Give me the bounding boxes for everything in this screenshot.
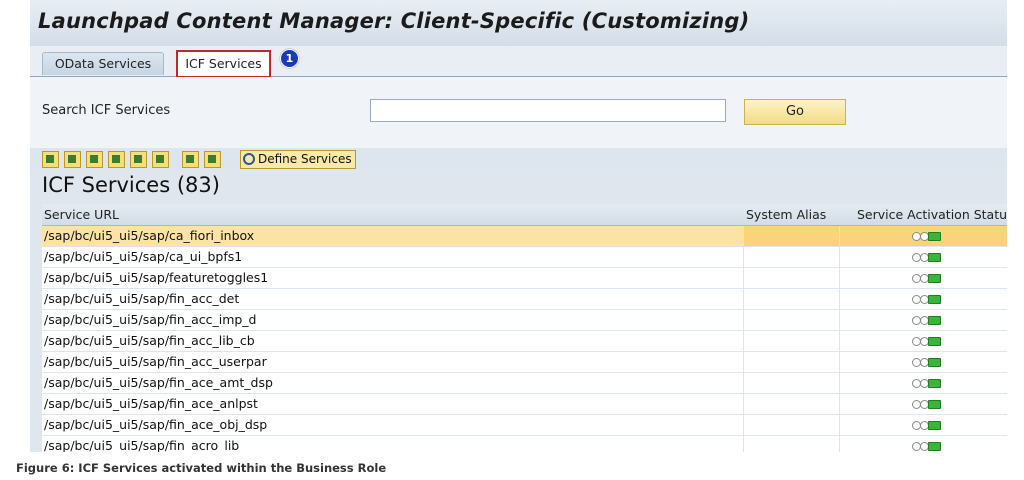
table-header: Service URL System Alias Service Activat… xyxy=(42,204,1007,226)
find-next-icon[interactable] xyxy=(130,151,147,168)
status-traffic-light-icon xyxy=(912,442,942,451)
service-url-cell[interactable]: /sap/bc/ui5_ui5/sap/fin_ace_anlpst xyxy=(44,396,258,411)
activation-status-cell xyxy=(839,352,1007,372)
table-title: ICF Services (83) xyxy=(42,173,220,197)
table-row[interactable]: /sap/bc/ui5_ui5/sap/fin_acc_lib_cb xyxy=(42,331,1007,352)
tab-strip: OData Services ICF Services 1 xyxy=(30,46,1007,78)
status-traffic-light-icon xyxy=(912,316,942,325)
system-alias-cell[interactable] xyxy=(743,331,839,351)
sap-window: Launchpad Content Manager: Client-Specif… xyxy=(30,0,1007,452)
activation-status-cell xyxy=(839,310,1007,330)
tab-icf-services[interactable]: ICF Services xyxy=(176,50,271,78)
status-traffic-light-icon xyxy=(912,253,942,262)
callout-badge: 1 xyxy=(280,49,299,68)
system-alias-cell[interactable] xyxy=(743,289,839,309)
status-traffic-light-icon xyxy=(912,400,942,409)
align-icon[interactable] xyxy=(86,151,103,168)
table-row[interactable]: /sap/bc/ui5_ui5/sap/fin_acro_lib xyxy=(42,436,1007,452)
details-icon[interactable] xyxy=(42,151,59,168)
system-alias-cell[interactable] xyxy=(743,373,839,393)
go-button[interactable]: Go xyxy=(744,99,846,125)
table-row[interactable]: /sap/bc/ui5_ui5/sap/fin_ace_amt_dsp xyxy=(42,373,1007,394)
define-services-button[interactable]: Define Services xyxy=(240,150,356,169)
service-url-cell[interactable]: /sap/bc/ui5_ui5/sap/fin_acc_det xyxy=(44,291,239,306)
column-header-service-url[interactable]: Service URL xyxy=(44,207,119,222)
activation-status-cell xyxy=(839,436,1007,452)
status-traffic-light-icon xyxy=(912,295,942,304)
status-traffic-light-icon xyxy=(912,274,942,283)
table-row[interactable]: /sap/bc/ui5_ui5/sap/fin_ace_anlpst xyxy=(42,394,1007,415)
activation-status-cell xyxy=(839,373,1007,393)
status-traffic-light-icon xyxy=(912,421,942,430)
column-header-activation-status[interactable]: Service Activation Status xyxy=(857,207,1007,222)
service-url-cell[interactable]: /sap/bc/ui5_ui5/sap/fin_acro_lib xyxy=(44,438,239,452)
system-alias-cell[interactable] xyxy=(743,226,839,246)
tab-odata-services[interactable]: OData Services xyxy=(42,52,164,75)
activation-status-cell xyxy=(839,289,1007,309)
search-label: Search ICF Services xyxy=(42,103,171,118)
title-bar: Launchpad Content Manager: Client-Specif… xyxy=(30,0,1007,47)
system-alias-cell[interactable] xyxy=(743,394,839,414)
activation-status-cell xyxy=(839,247,1007,267)
table-row[interactable]: /sap/bc/ui5_ui5/sap/fin_acc_det xyxy=(42,289,1007,310)
refresh-icon xyxy=(243,153,255,165)
status-traffic-light-icon xyxy=(912,232,942,241)
export-icon[interactable] xyxy=(182,151,199,168)
service-url-cell[interactable]: /sap/bc/ui5_ui5/sap/fin_acc_imp_d xyxy=(44,312,257,327)
system-alias-cell[interactable] xyxy=(743,268,839,288)
table-row[interactable]: /sap/bc/ui5_ui5/sap/ca_ui_bpfs1 xyxy=(42,247,1007,268)
table-row[interactable]: /sap/bc/ui5_ui5/sap/fin_acc_imp_d xyxy=(42,310,1007,331)
table-row[interactable]: /sap/bc/ui5_ui5/sap/ca_fiori_inbox xyxy=(42,226,1007,247)
service-url-cell[interactable]: /sap/bc/ui5_ui5/sap/featuretoggles1 xyxy=(44,270,268,285)
system-alias-cell[interactable] xyxy=(743,436,839,452)
define-services-label: Define Services xyxy=(258,152,352,166)
service-url-cell[interactable]: /sap/bc/ui5_ui5/sap/fin_ace_obj_dsp xyxy=(44,417,267,432)
figure-caption: Figure 6: ICF Services activated within … xyxy=(16,461,387,475)
filter-icon[interactable] xyxy=(152,151,169,168)
search-input[interactable] xyxy=(370,99,726,122)
table-toolbar: Define Services xyxy=(30,148,1007,170)
service-url-cell[interactable]: /sap/bc/ui5_ui5/sap/ca_fiori_inbox xyxy=(44,228,254,243)
table-body: /sap/bc/ui5_ui5/sap/ca_fiori_inbox/sap/b… xyxy=(42,226,1007,452)
status-traffic-light-icon xyxy=(912,337,942,346)
search-panel: Search ICF Services Go xyxy=(30,77,1007,148)
service-url-cell[interactable]: /sap/bc/ui5_ui5/sap/fin_acc_userpar xyxy=(44,354,267,369)
service-url-cell[interactable]: /sap/bc/ui5_ui5/sap/fin_acc_lib_cb xyxy=(44,333,255,348)
table-row[interactable]: /sap/bc/ui5_ui5/sap/featuretoggles1 xyxy=(42,268,1007,289)
page-title: Launchpad Content Manager: Client-Specif… xyxy=(38,9,750,33)
activation-status-cell xyxy=(839,394,1007,414)
system-alias-cell[interactable] xyxy=(743,310,839,330)
column-header-system-alias[interactable]: System Alias xyxy=(746,207,826,222)
system-alias-cell[interactable] xyxy=(743,352,839,372)
system-alias-cell[interactable] xyxy=(743,415,839,435)
activation-status-cell xyxy=(839,226,1007,246)
upload-icon[interactable] xyxy=(64,151,81,168)
status-traffic-light-icon xyxy=(912,358,942,367)
system-alias-cell[interactable] xyxy=(743,247,839,267)
icf-services-table: Service URL System Alias Service Activat… xyxy=(42,204,1007,452)
status-traffic-light-icon xyxy=(912,379,942,388)
find-icon[interactable] xyxy=(108,151,125,168)
table-row[interactable]: /sap/bc/ui5_ui5/sap/fin_acc_userpar xyxy=(42,352,1007,373)
table-row[interactable]: /sap/bc/ui5_ui5/sap/fin_ace_obj_dsp xyxy=(42,415,1007,436)
activation-status-cell xyxy=(839,415,1007,435)
activation-status-cell xyxy=(839,331,1007,351)
layout-icon[interactable] xyxy=(204,151,221,168)
activation-status-cell xyxy=(839,268,1007,288)
service-url-cell[interactable]: /sap/bc/ui5_ui5/sap/ca_ui_bpfs1 xyxy=(44,249,242,264)
service-url-cell[interactable]: /sap/bc/ui5_ui5/sap/fin_ace_amt_dsp xyxy=(44,375,273,390)
